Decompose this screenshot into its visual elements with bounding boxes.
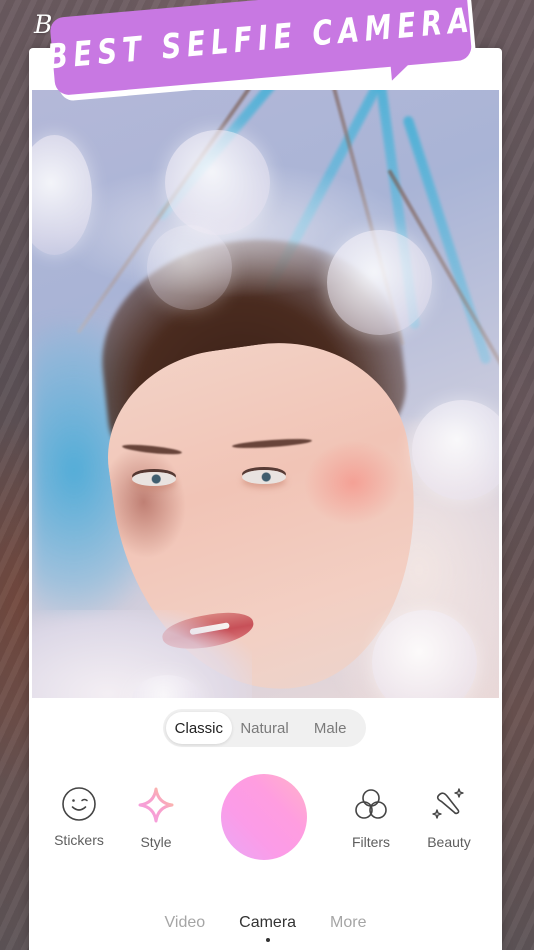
tab-camera[interactable]: Camera [239, 914, 297, 942]
bokeh-light [165, 130, 270, 235]
style-label: Style [140, 834, 172, 850]
three-circles-icon [331, 786, 411, 824]
beauty-button[interactable]: Beauty [409, 786, 489, 850]
preview-eye [132, 472, 176, 486]
phone-frame: Classic Natural Male Stickers Style Filt… [29, 48, 502, 950]
active-tab-indicator [265, 938, 270, 942]
tab-video[interactable]: Video [165, 914, 206, 932]
mode-natural[interactable]: Natural [232, 712, 298, 744]
preview-eye [242, 470, 286, 484]
magic-wand-icon [409, 786, 489, 824]
style-button[interactable]: Style [116, 786, 196, 850]
stickers-label: Stickers [54, 832, 104, 848]
smiley-icon [39, 786, 119, 822]
mode-classic[interactable]: Classic [166, 712, 232, 744]
shutter-button[interactable] [221, 774, 307, 860]
beauty-mode-switch: Classic Natural Male [163, 709, 366, 747]
speech-bubble-tail [390, 60, 414, 81]
stickers-button[interactable]: Stickers [39, 786, 119, 848]
bokeh-light [327, 230, 432, 335]
filters-button[interactable]: Filters [331, 786, 411, 850]
sparkle-icon [116, 786, 196, 824]
mode-male[interactable]: Male [297, 712, 363, 744]
filters-label: Filters [351, 834, 391, 850]
tab-camera-label: Camera [239, 914, 297, 931]
bokeh-light [147, 225, 232, 310]
camera-preview[interactable] [32, 90, 499, 698]
bottom-mode-tabs: Video Camera More [29, 914, 502, 942]
beauty-label: Beauty [427, 834, 471, 850]
tab-more[interactable]: More [330, 914, 366, 932]
